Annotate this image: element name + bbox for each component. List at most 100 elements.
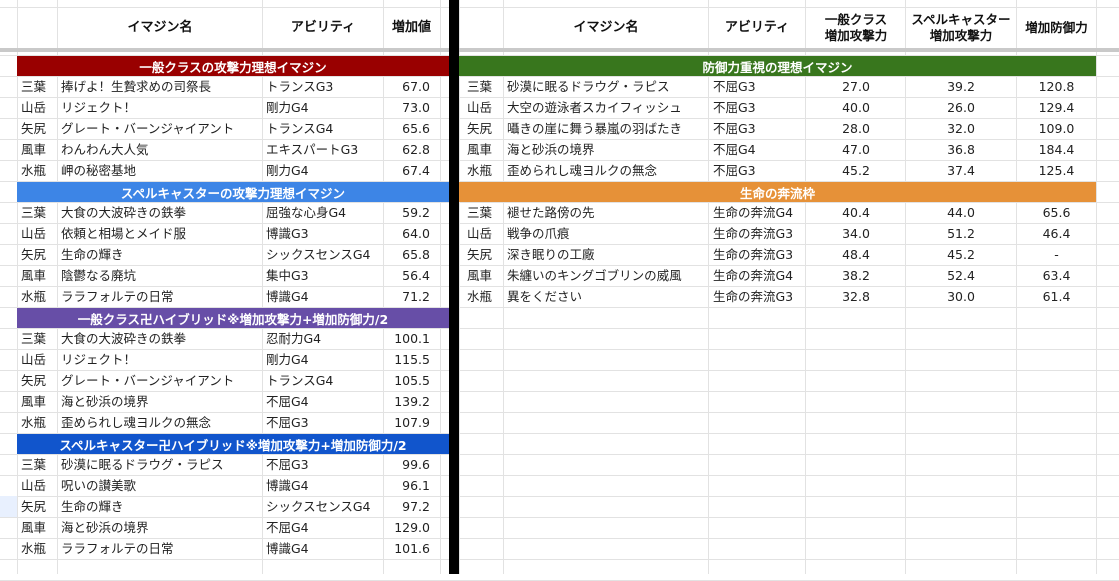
- ability-cell[interactable]: 屈強な心身G4: [266, 202, 382, 223]
- sign-cell[interactable]: 矢尻: [21, 118, 57, 139]
- sign-cell[interactable]: 矢尻: [21, 496, 57, 517]
- ability-cell[interactable]: トランスG4: [266, 370, 382, 391]
- header-left-ability[interactable]: アビリティ: [263, 8, 383, 48]
- sign-cell[interactable]: 水瓶: [21, 412, 57, 433]
- section-header[interactable]: 生命の奔流枠: [459, 182, 1096, 202]
- defense-cell[interactable]: 65.6: [1017, 202, 1096, 223]
- spell-attack-cell[interactable]: 51.2: [906, 223, 1016, 244]
- imagine-name-cell[interactable]: グレート・バーンジャイアント: [61, 118, 261, 139]
- increase-value-cell[interactable]: 96.1: [384, 475, 430, 496]
- spell-attack-cell[interactable]: 39.2: [906, 76, 1016, 97]
- general-attack-cell[interactable]: 40.4: [806, 202, 906, 223]
- ability-cell[interactable]: 不屈G4: [266, 517, 382, 538]
- spell-attack-cell[interactable]: 32.0: [906, 118, 1016, 139]
- imagine-name-cell[interactable]: 陰鬱なる廃坑: [61, 265, 261, 286]
- sign-cell[interactable]: 風車: [21, 139, 57, 160]
- increase-value-cell[interactable]: 101.6: [384, 538, 430, 559]
- increase-value-cell[interactable]: 115.5: [384, 349, 430, 370]
- increase-value-cell[interactable]: 67.4: [384, 160, 430, 181]
- imagine-name-cell[interactable]: 歪められし魂ヨルクの無念: [507, 160, 707, 181]
- defense-cell[interactable]: 125.4: [1017, 160, 1096, 181]
- sign-cell[interactable]: 水瓶: [21, 160, 57, 181]
- ability-cell[interactable]: 不屈G3: [713, 76, 805, 97]
- spell-attack-cell[interactable]: 52.4: [906, 265, 1016, 286]
- imagine-name-cell[interactable]: 海と砂浜の境界: [61, 517, 261, 538]
- sign-cell[interactable]: 風車: [21, 517, 57, 538]
- sign-cell[interactable]: 風車: [467, 139, 503, 160]
- defense-cell[interactable]: 120.8: [1017, 76, 1096, 97]
- spell-attack-cell[interactable]: 26.0: [906, 97, 1016, 118]
- imagine-name-cell[interactable]: 褪せた路傍の先: [507, 202, 707, 223]
- ability-cell[interactable]: 生命の奔流G3: [713, 223, 805, 244]
- frozen-row-divider[interactable]: [0, 48, 1119, 52]
- imagine-name-cell[interactable]: 呪いの讃美歌: [61, 475, 261, 496]
- imagine-name-cell[interactable]: わんわん大人気: [61, 139, 261, 160]
- section-header[interactable]: 一般クラス卍ハイブリッド※増加攻撃力+増加防御力/2: [17, 308, 449, 328]
- increase-value-cell[interactable]: 71.2: [384, 286, 430, 307]
- imagine-name-cell[interactable]: 砂漠に眠るドラウグ・ラピス: [507, 76, 707, 97]
- ability-cell[interactable]: 集中G3: [266, 265, 382, 286]
- increase-value-cell[interactable]: 56.4: [384, 265, 430, 286]
- increase-value-cell[interactable]: 65.6: [384, 118, 430, 139]
- ability-cell[interactable]: 生命の奔流G3: [713, 286, 805, 307]
- header-right-imagine-name[interactable]: イマジン名: [504, 8, 708, 48]
- spell-attack-cell[interactable]: 45.2: [906, 244, 1016, 265]
- general-attack-cell[interactable]: 27.0: [806, 76, 906, 97]
- imagine-name-cell[interactable]: リジェクト！: [61, 97, 261, 118]
- sign-cell[interactable]: 山岳: [21, 223, 57, 244]
- general-attack-cell[interactable]: 40.0: [806, 97, 906, 118]
- imagine-name-cell[interactable]: 海と砂浜の境界: [507, 139, 707, 160]
- sign-cell[interactable]: 山岳: [21, 475, 57, 496]
- header-general-attack[interactable]: 一般クラス 増加攻撃力: [806, 8, 906, 48]
- increase-value-cell[interactable]: 100.1: [384, 328, 430, 349]
- increase-value-cell[interactable]: 99.6: [384, 454, 430, 475]
- increase-value-cell[interactable]: 107.9: [384, 412, 430, 433]
- ability-cell[interactable]: 剛力G4: [266, 97, 382, 118]
- ability-cell[interactable]: トランスG3: [266, 76, 382, 97]
- imagine-name-cell[interactable]: 生命の輝き: [61, 244, 261, 265]
- increase-value-cell[interactable]: 139.2: [384, 391, 430, 412]
- sign-cell[interactable]: 矢尻: [21, 244, 57, 265]
- defense-cell[interactable]: 46.4: [1017, 223, 1096, 244]
- header-defense[interactable]: 増加防御力: [1017, 8, 1096, 48]
- imagine-name-cell[interactable]: ララフォルテの日常: [61, 286, 261, 307]
- ability-cell[interactable]: 不屈G3: [713, 118, 805, 139]
- defense-cell[interactable]: 109.0: [1017, 118, 1096, 139]
- sign-cell[interactable]: 風車: [21, 265, 57, 286]
- general-attack-cell[interactable]: 38.2: [806, 265, 906, 286]
- imagine-name-cell[interactable]: グレート・バーンジャイアント: [61, 370, 261, 391]
- imagine-name-cell[interactable]: 捧げよ！生贄求めの司祭長: [61, 76, 261, 97]
- general-attack-cell[interactable]: 48.4: [806, 244, 906, 265]
- header-left-increase-value[interactable]: 増加値: [384, 8, 439, 48]
- sign-cell[interactable]: 山岳: [467, 223, 503, 244]
- sign-cell[interactable]: 三葉: [21, 202, 57, 223]
- imagine-name-cell[interactable]: 大食の大波砕きの鉄拳: [61, 202, 261, 223]
- spell-attack-cell[interactable]: 44.0: [906, 202, 1016, 223]
- imagine-name-cell[interactable]: 大空の遊泳者スカイフィッシュ: [507, 97, 707, 118]
- ability-cell[interactable]: 博識G4: [266, 475, 382, 496]
- sign-cell[interactable]: 山岳: [21, 349, 57, 370]
- sign-cell[interactable]: 山岳: [21, 97, 57, 118]
- imagine-name-cell[interactable]: 岬の秘密基地: [61, 160, 261, 181]
- imagine-name-cell[interactable]: 囁きの崖に舞う暴嵐の羽ばたき: [507, 118, 707, 139]
- increase-value-cell[interactable]: 59.2: [384, 202, 430, 223]
- increase-value-cell[interactable]: 129.0: [384, 517, 430, 538]
- general-attack-cell[interactable]: 45.2: [806, 160, 906, 181]
- defense-cell[interactable]: -: [1017, 244, 1096, 265]
- header-left-imagine-name[interactable]: イマジン名: [58, 8, 262, 48]
- defense-cell[interactable]: 129.4: [1017, 97, 1096, 118]
- imagine-name-cell[interactable]: 依頼と相場とメイド服: [61, 223, 261, 244]
- sign-cell[interactable]: 三葉: [21, 454, 57, 475]
- spell-attack-cell[interactable]: 36.8: [906, 139, 1016, 160]
- increase-value-cell[interactable]: 105.5: [384, 370, 430, 391]
- header-spell-attack[interactable]: スペルキャスター 増加攻撃力: [906, 8, 1016, 48]
- ability-cell[interactable]: 生命の奔流G4: [713, 202, 805, 223]
- imagine-name-cell[interactable]: リジェクト！: [61, 349, 261, 370]
- imagine-name-cell[interactable]: 戦争の爪痕: [507, 223, 707, 244]
- defense-cell[interactable]: 61.4: [1017, 286, 1096, 307]
- increase-value-cell[interactable]: 65.8: [384, 244, 430, 265]
- defense-cell[interactable]: 184.4: [1017, 139, 1096, 160]
- increase-value-cell[interactable]: 62.8: [384, 139, 430, 160]
- ability-cell[interactable]: 不屈G3: [713, 160, 805, 181]
- sign-cell[interactable]: 三葉: [467, 202, 503, 223]
